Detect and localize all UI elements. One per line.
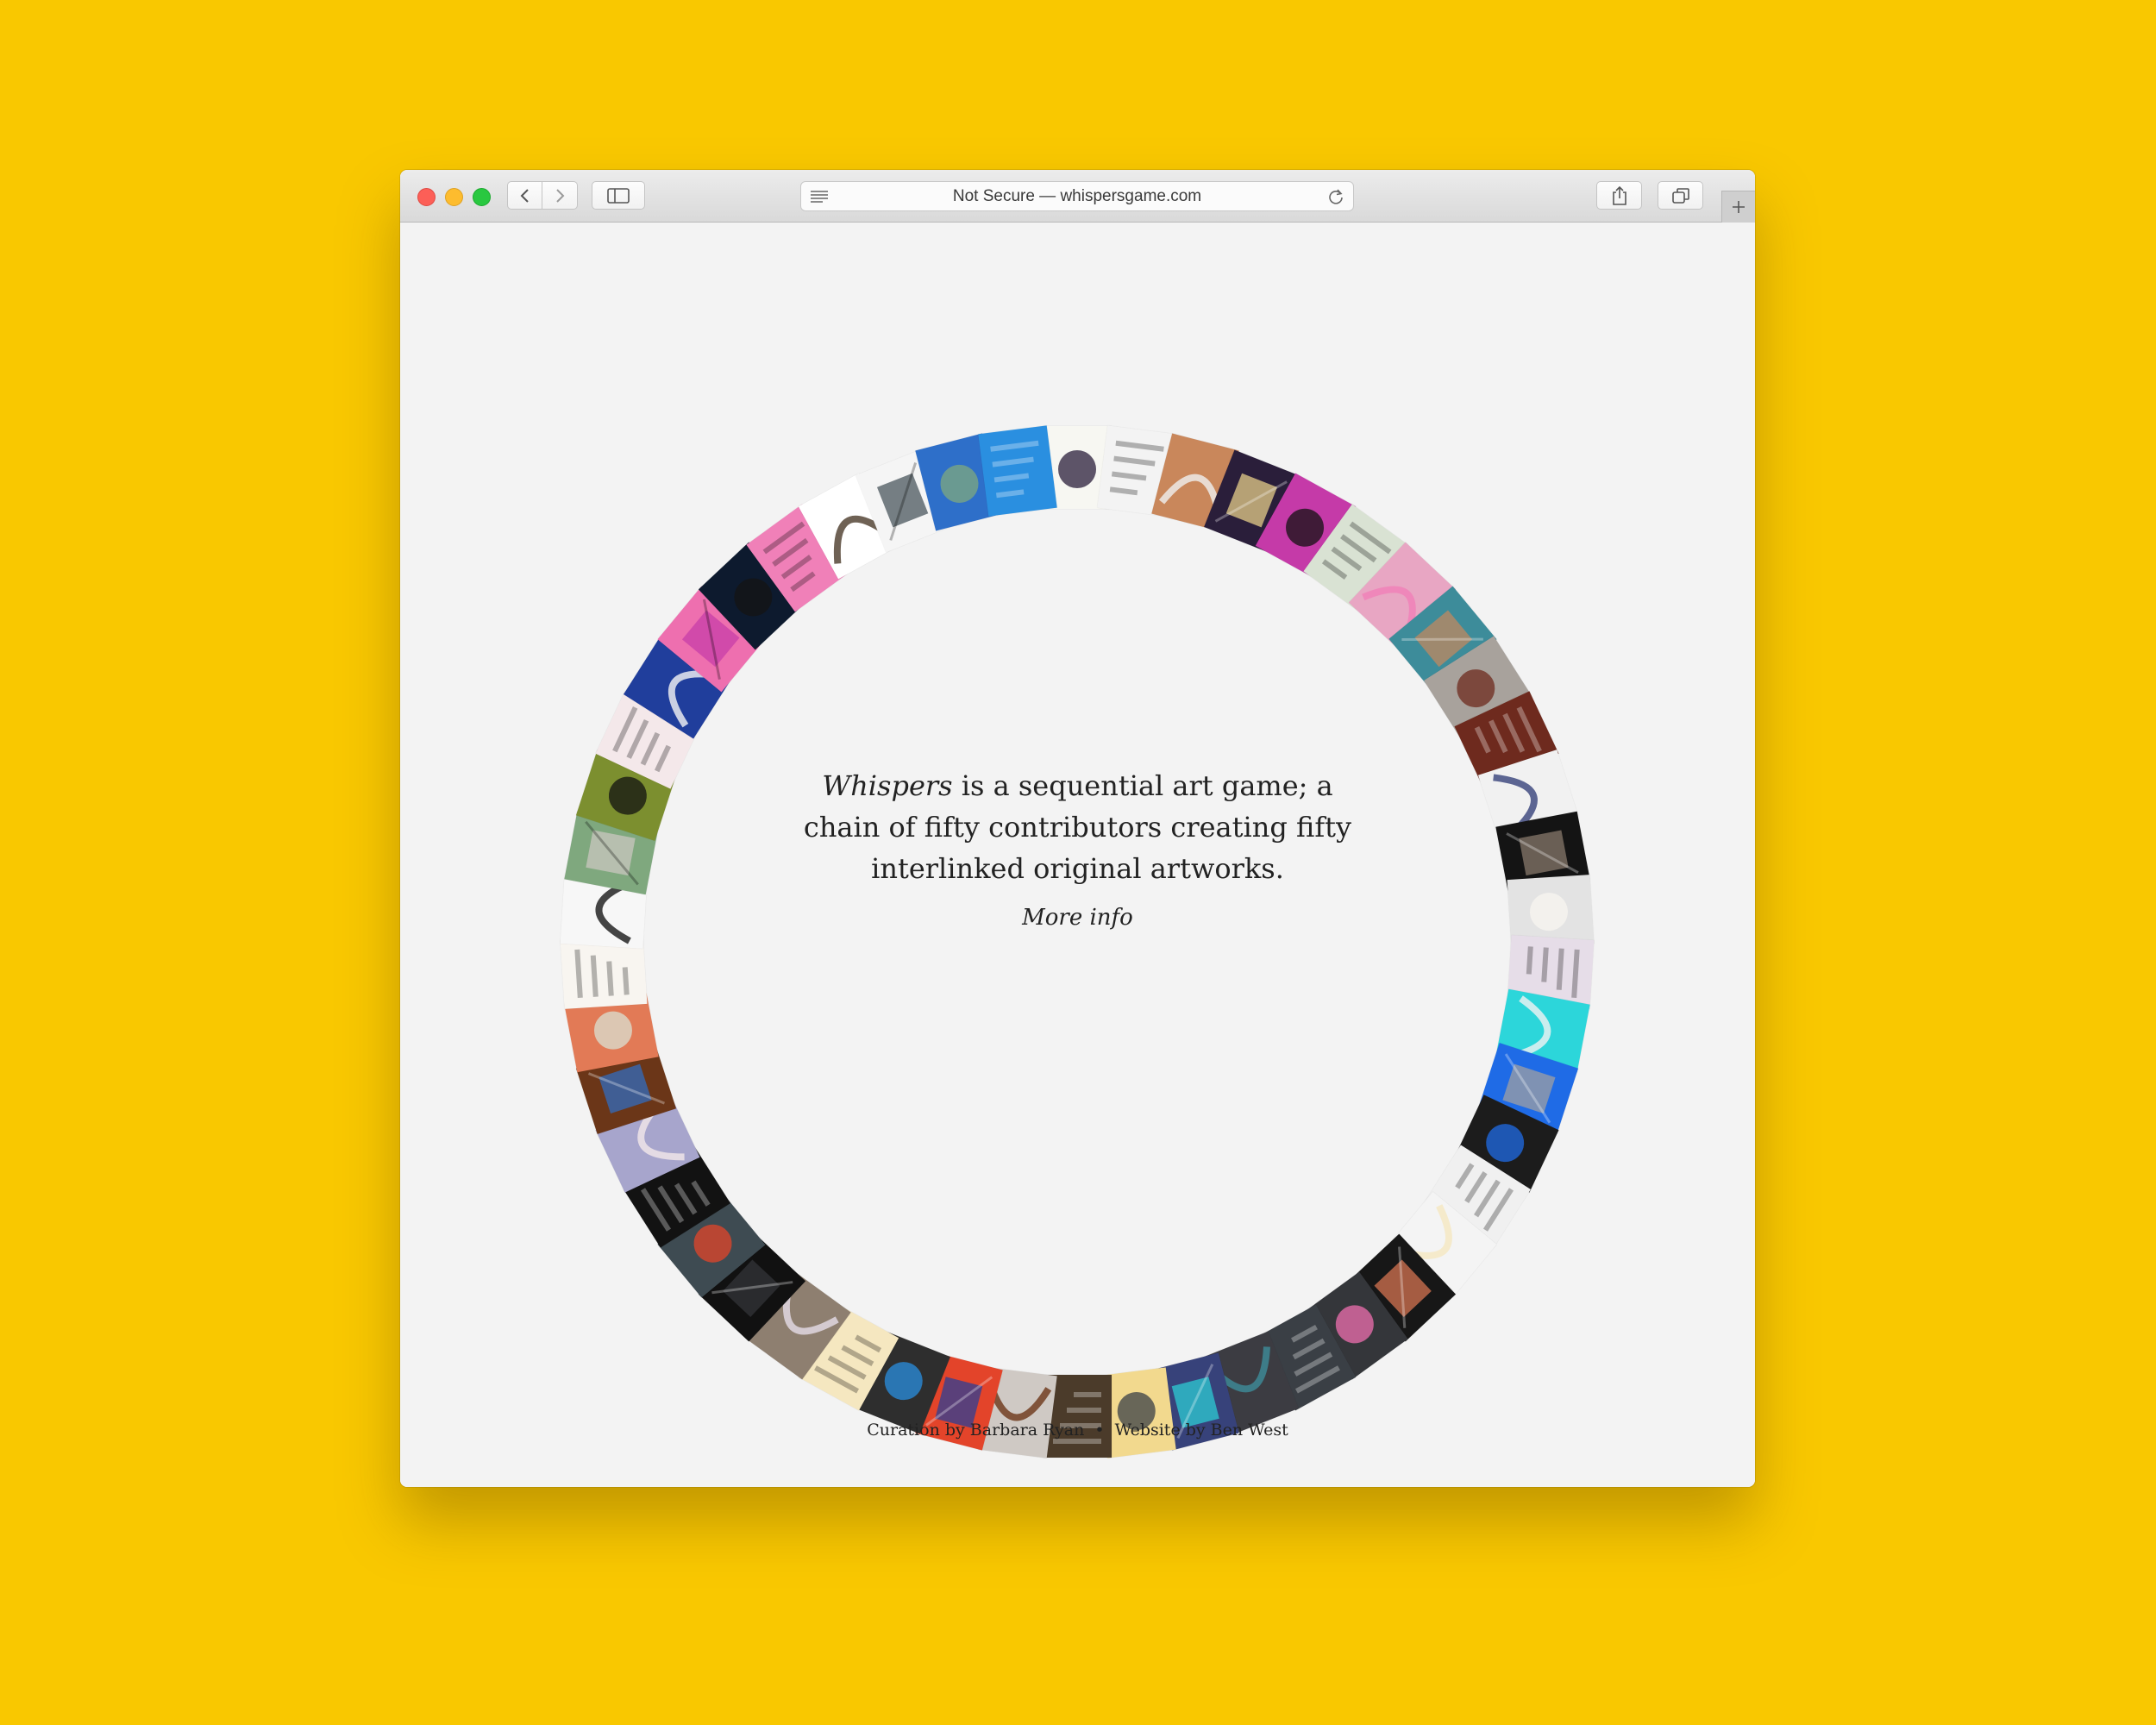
browser-toolbar: Not Secure — whispersgame.com — [400, 170, 1755, 223]
share-button[interactable] — [1596, 181, 1642, 210]
reload-icon[interactable] — [1327, 188, 1344, 205]
forward-button[interactable] — [542, 181, 578, 210]
more-info-link[interactable]: More info — [961, 905, 1194, 931]
curation-credit[interactable]: Curation by Barbara Ryan — [867, 1421, 1084, 1440]
tabs-button[interactable] — [1658, 181, 1703, 210]
address-text: Not Secure — whispersgame.com — [952, 187, 1202, 205]
sidebar-icon — [607, 187, 630, 204]
artwork-image — [990, 441, 1039, 499]
address-bar[interactable]: Not Secure — whispersgame.com — [800, 181, 1354, 211]
credit-separator: • — [1094, 1421, 1105, 1440]
browser-window: Not Secure — whispersgame.com Whispers i… — [400, 170, 1755, 1487]
back-button[interactable] — [507, 181, 542, 210]
tabs-icon — [1671, 187, 1689, 204]
website-credit[interactable]: Website by Ben West — [1115, 1421, 1288, 1440]
back-chevron-icon — [520, 188, 529, 203]
sidebar-button[interactable] — [592, 181, 645, 210]
page-content: Whispers is a sequential art game; a cha… — [400, 223, 1755, 1487]
new-tab-button[interactable] — [1721, 191, 1755, 223]
new-tab-plus-icon — [1733, 201, 1745, 213]
intro-text: Whispers is a sequential art game; a cha… — [788, 765, 1367, 889]
minimize-light[interactable] — [445, 188, 463, 206]
artwork-thumbnail[interactable] — [978, 425, 1057, 517]
forward-chevron-icon — [556, 188, 565, 203]
close-light[interactable] — [417, 188, 436, 206]
share-icon — [1612, 185, 1626, 205]
credits: Curation by Barbara Ryan • Website by Ben … — [745, 1421, 1410, 1440]
intro-title: Whispers — [822, 769, 953, 802]
zoom-light[interactable] — [473, 188, 491, 206]
nav-buttons — [507, 181, 578, 210]
